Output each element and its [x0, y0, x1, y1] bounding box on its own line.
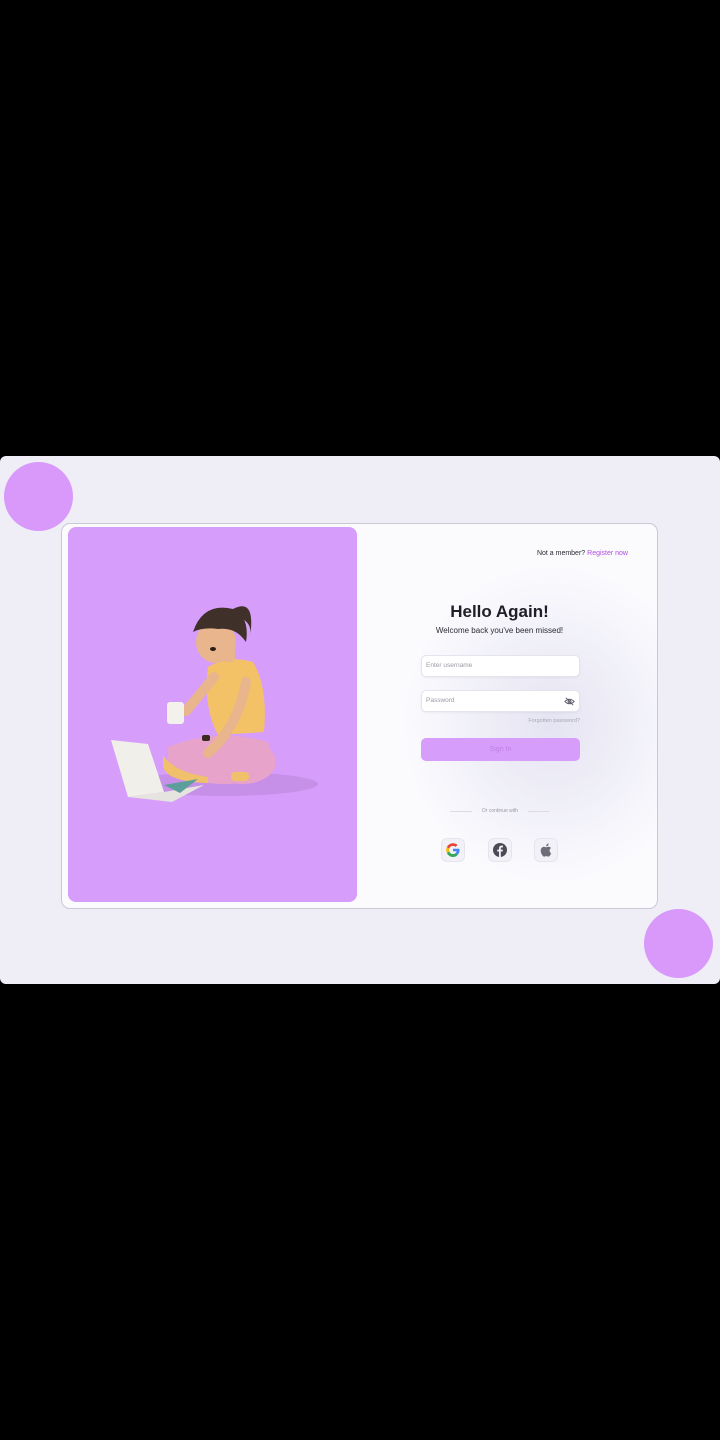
register-prompt: Not a member? Register now [537, 550, 628, 557]
username-field[interactable]: Enter username [421, 655, 580, 677]
login-card: Not a member? Register now Hello Again! … [61, 523, 658, 909]
woman-with-laptop-illustration [111, 606, 318, 802]
decorative-circle-top-left [4, 462, 73, 531]
register-now-link[interactable]: Register now [587, 550, 628, 557]
page-title: Hello Again! [450, 602, 549, 621]
register-prompt-text: Not a member? [536, 550, 586, 557]
apple-icon [540, 843, 552, 857]
eye-off-icon[interactable] [564, 696, 575, 707]
sign-in-button[interactable]: Sign In [421, 738, 580, 761]
google-icon [446, 843, 460, 857]
password-placeholder: Password [426, 697, 455, 704]
decorative-circle-bottom-right [644, 909, 713, 978]
username-placeholder: Enter username [426, 662, 473, 669]
forgot-password-link[interactable]: Forgotten password? [421, 718, 580, 724]
or-continue-divider: Or continue with [450, 807, 550, 815]
login-screen: Not a member? Register now Hello Again! … [0, 456, 720, 984]
password-field[interactable]: Password [421, 690, 580, 712]
facebook-login-button[interactable] [488, 838, 512, 862]
page-subtitle: Welcome back you've been missed! [435, 626, 564, 635]
hero-illustration-panel [68, 527, 357, 902]
facebook-icon [493, 843, 507, 857]
apple-login-button[interactable] [534, 838, 558, 862]
google-login-button[interactable] [441, 838, 465, 862]
